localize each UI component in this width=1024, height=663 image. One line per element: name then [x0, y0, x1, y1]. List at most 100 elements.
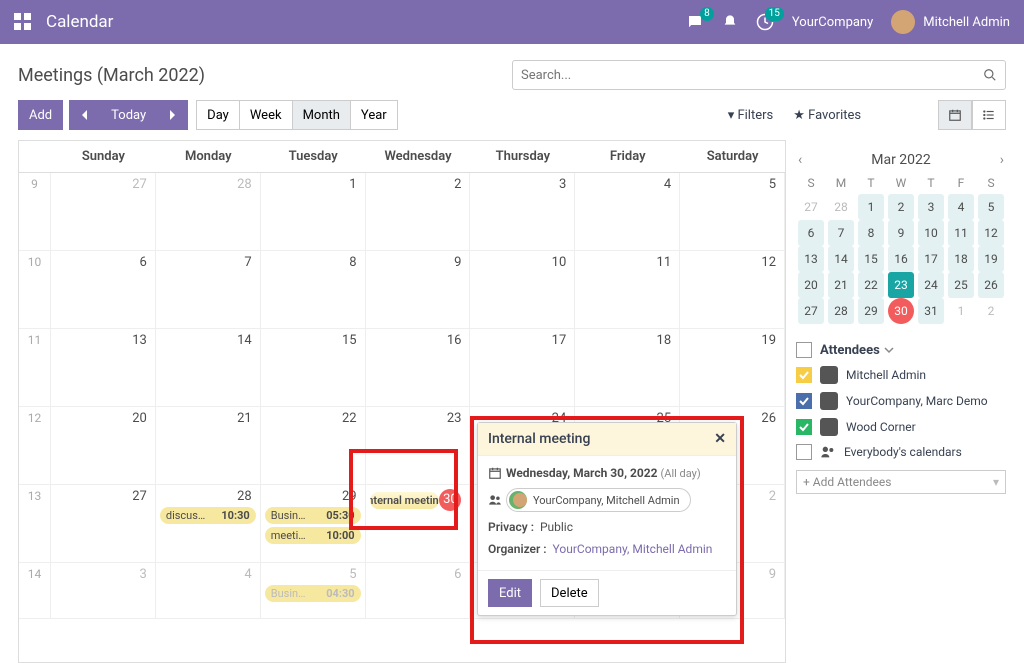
calendar-cell[interactable]: 4 — [156, 563, 261, 618]
mini-day[interactable]: 7 — [828, 220, 854, 246]
company-menu[interactable]: YourCompany — [792, 15, 873, 30]
mini-day[interactable]: 24 — [918, 272, 944, 298]
calendar-event[interactable]: discus…10:30 — [160, 507, 256, 524]
mini-day[interactable]: 26 — [978, 272, 1004, 298]
calendar-cell[interactable]: 29Busin…05:30meeti…10:00 — [261, 485, 366, 562]
calendar-cell[interactable]: 28 — [156, 173, 261, 250]
calendar-cell[interactable]: 21 — [156, 407, 261, 484]
calendar-cell[interactable]: 10 — [470, 251, 575, 328]
mini-day[interactable]: 14 — [828, 246, 854, 272]
mini-day[interactable]: 28 — [828, 194, 854, 220]
mini-day[interactable]: 8 — [858, 220, 884, 246]
mini-day[interactable]: 17 — [918, 246, 944, 272]
search-icon[interactable] — [983, 68, 997, 82]
view-list-button[interactable] — [972, 100, 1006, 130]
mini-day[interactable]: 16 — [888, 246, 914, 272]
chevron-down-icon[interactable] — [884, 345, 894, 355]
mini-day[interactable]: 1 — [948, 298, 974, 324]
calendar-cell[interactable]: 18 — [575, 329, 680, 406]
calendar-cell[interactable]: 28discus…10:30 — [156, 485, 261, 562]
delete-button[interactable]: Delete — [540, 579, 599, 607]
attendees-checkbox[interactable] — [796, 342, 812, 358]
mini-day[interactable]: 25 — [948, 272, 974, 298]
mini-day[interactable]: 1 — [858, 194, 884, 220]
calendar-cell[interactable]: 22 — [261, 407, 366, 484]
mini-day[interactable]: 11 — [948, 220, 974, 246]
calendar-cell[interactable]: 9 — [366, 251, 471, 328]
add-attendees-input[interactable]: + Add Attendees ▾ — [796, 470, 1006, 494]
mini-day[interactable]: 18 — [948, 246, 974, 272]
activity-icon[interactable]: 15 — [756, 13, 774, 31]
mini-day[interactable]: 29 — [858, 298, 884, 324]
edit-button[interactable]: Edit — [488, 579, 532, 607]
mini-day[interactable]: 3 — [918, 194, 944, 220]
calendar-cell[interactable]: 8 — [261, 251, 366, 328]
calendar-cell[interactable]: 7 — [156, 251, 261, 328]
calendar-event[interactable]: Busin…05:30 — [265, 507, 361, 524]
search-box[interactable] — [512, 60, 1006, 90]
calendar-cell[interactable]: 11 — [575, 251, 680, 328]
calendar-event[interactable]: meeti…10:00 — [265, 527, 361, 544]
calendar-cell[interactable]: 13 — [51, 329, 156, 406]
view-calendar-button[interactable] — [938, 100, 972, 130]
mini-day[interactable]: 19 — [978, 246, 1004, 272]
mini-day[interactable]: 27 — [798, 298, 824, 324]
mini-day[interactable]: 27 — [798, 194, 824, 220]
range-day[interactable]: Day — [196, 100, 240, 130]
calendar-cell[interactable]: 16 — [366, 329, 471, 406]
favorites-menu[interactable]: ★ Favorites — [793, 108, 861, 123]
mini-day[interactable]: 21 — [828, 272, 854, 298]
calendar-cell[interactable]: 1 — [261, 173, 366, 250]
mini-day[interactable]: 31 — [918, 298, 944, 324]
mini-day[interactable]: 13 — [798, 246, 824, 272]
attendee-checkbox[interactable] — [796, 419, 812, 435]
calendar-cell[interactable]: 15 — [261, 329, 366, 406]
calendar-cell[interactable]: 27 — [51, 173, 156, 250]
mini-day[interactable]: 22 — [858, 272, 884, 298]
calendar-cell[interactable]: 14 — [156, 329, 261, 406]
mini-day[interactable]: 12 — [978, 220, 1004, 246]
range-year[interactable]: Year — [351, 100, 398, 130]
messaging-icon[interactable]: 8 — [686, 13, 704, 31]
calendar-cell[interactable]: 27 — [51, 485, 156, 562]
calendar-cell[interactable]: 6 — [51, 251, 156, 328]
mini-day[interactable]: 9 — [888, 220, 914, 246]
calendar-cell[interactable]: 2 — [366, 173, 471, 250]
calendar-cell[interactable]: 23 — [366, 407, 471, 484]
calendar-cell[interactable]: 6 — [366, 563, 471, 618]
add-button[interactable]: Add — [18, 100, 63, 130]
calendar-cell[interactable]: 5Busin…04:30 — [261, 563, 366, 618]
mini-day[interactable]: 10 — [918, 220, 944, 246]
mini-prev-button[interactable]: ‹ — [798, 152, 802, 168]
calendar-cell[interactable]: 3 — [470, 173, 575, 250]
mini-day[interactable]: 2 — [978, 298, 1004, 324]
search-input[interactable] — [521, 68, 983, 83]
mini-day[interactable]: 2 — [888, 194, 914, 220]
range-week[interactable]: Week — [240, 100, 293, 130]
mini-day[interactable]: 28 — [828, 298, 854, 324]
calendar-cell[interactable]: 12 — [680, 251, 785, 328]
filters-menu[interactable]: ▾ Filters — [728, 108, 774, 123]
mini-day[interactable]: 20 — [798, 272, 824, 298]
next-button[interactable] — [157, 100, 188, 130]
calendar-cell[interactable]: 4 — [575, 173, 680, 250]
mini-day[interactable]: 5 — [978, 194, 1004, 220]
mini-day[interactable]: 15 — [858, 246, 884, 272]
today-button[interactable]: Today — [101, 100, 157, 130]
organizer-link[interactable]: YourCompany, Mitchell Admin — [553, 542, 713, 556]
close-icon[interactable]: ✕ — [714, 431, 726, 447]
mini-day[interactable]: 30 — [888, 298, 914, 324]
calendar-event[interactable]: Busin…04:30 — [265, 585, 361, 602]
calendar-cell[interactable]: 19 — [680, 329, 785, 406]
attendee-checkbox[interactable] — [796, 367, 812, 383]
calendar-cell[interactable]: 3 — [51, 563, 156, 618]
calendar-event[interactable]: Internal meeting — [370, 492, 440, 509]
mini-day[interactable]: 6 — [798, 220, 824, 246]
attendee-pill[interactable]: YourCompany, Mitchell Admin — [506, 488, 691, 512]
calendar-cell[interactable]: 5 — [680, 173, 785, 250]
user-menu[interactable]: Mitchell Admin — [891, 10, 1010, 34]
mini-day[interactable]: 23 — [888, 272, 914, 298]
bell-icon[interactable] — [722, 14, 738, 30]
mini-next-button[interactable]: › — [1000, 152, 1004, 168]
mini-day[interactable]: 4 — [948, 194, 974, 220]
